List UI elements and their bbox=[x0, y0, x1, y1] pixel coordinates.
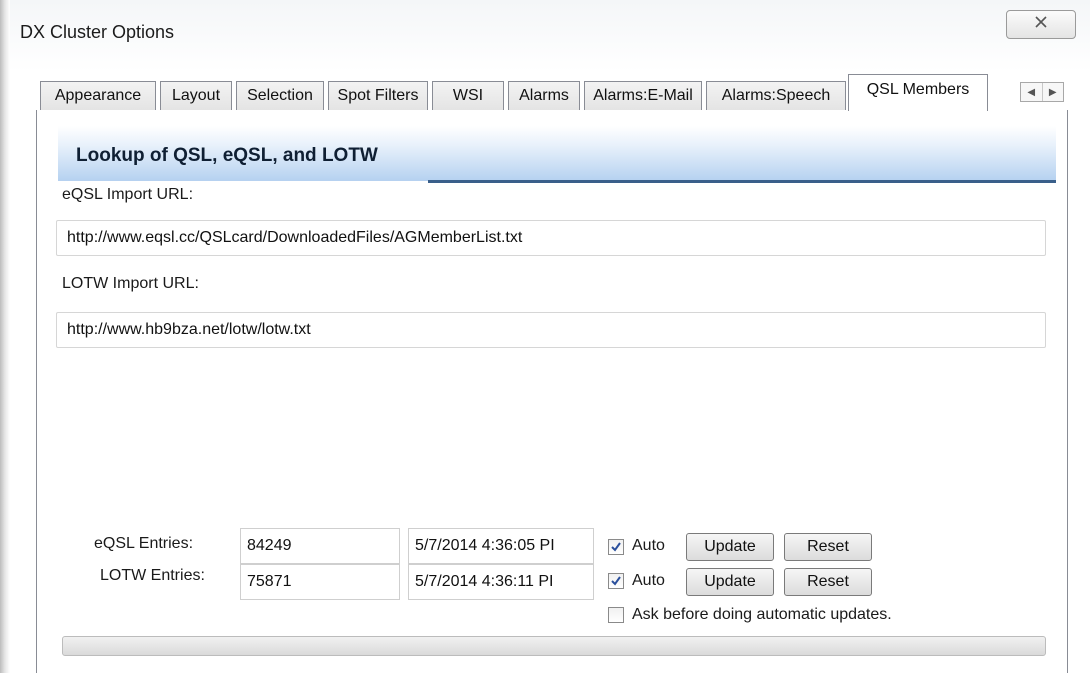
eqsl-url-value: http://www.eqsl.cc/QSLcard/DownloadedFil… bbox=[67, 229, 523, 246]
lotw-timestamp-field[interactable]: 5/7/2014 4:36:11 PI bbox=[408, 564, 594, 600]
close-button[interactable] bbox=[1006, 10, 1076, 39]
tab-qsl-members[interactable]: QSL Members bbox=[848, 74, 988, 111]
tab-selection[interactable]: Selection bbox=[236, 81, 324, 110]
tab-spot-filters[interactable]: Spot Filters bbox=[328, 81, 428, 110]
ask-before-update-label: Ask before doing automatic updates. bbox=[632, 606, 892, 623]
lotw-auto-label: Auto bbox=[632, 572, 665, 589]
lotw-auto-checkbox[interactable] bbox=[608, 573, 624, 589]
eqsl-entries-label: eQSL Entries: bbox=[94, 535, 194, 552]
eqsl-update-button[interactable]: Update bbox=[686, 533, 774, 561]
eqsl-timestamp-field[interactable]: 5/7/2014 4:36:05 PI bbox=[408, 528, 594, 564]
section-header-underline bbox=[428, 180, 1056, 183]
eqsl-auto-checkbox[interactable] bbox=[608, 539, 624, 555]
eqsl-entries-count: 84249 bbox=[247, 537, 292, 554]
lotw-url-input[interactable]: http://www.hb9bza.net/lotw/lotw.txt bbox=[56, 312, 1046, 348]
update-progress-bar bbox=[62, 636, 1046, 656]
tab-label: Alarms:E-Mail bbox=[593, 87, 693, 104]
tab-label: Selection bbox=[247, 87, 313, 104]
checkmark-icon bbox=[611, 576, 621, 586]
lotw-entries-count: 75871 bbox=[247, 573, 292, 590]
lotw-entries-label: LOTW Entries: bbox=[100, 567, 205, 584]
tab-scroll-control: ◀ ▶ bbox=[1020, 82, 1064, 102]
eqsl-entries-count-field[interactable]: 84249 bbox=[240, 528, 400, 564]
tab-layout[interactable]: Layout bbox=[160, 81, 232, 110]
eqsl-url-input[interactable]: http://www.eqsl.cc/QSLcard/DownloadedFil… bbox=[56, 220, 1046, 256]
eqsl-reset-button[interactable]: Reset bbox=[784, 533, 872, 561]
lotw-url-label: LOTW Import URL: bbox=[62, 275, 199, 292]
dx-cluster-options-window: DX Cluster Options Appearance Layout Sel… bbox=[0, 0, 1090, 673]
checkmark-icon bbox=[611, 542, 621, 552]
tab-alarms-email[interactable]: Alarms:E-Mail bbox=[584, 81, 702, 110]
lotw-timestamp: 5/7/2014 4:36:11 PI bbox=[415, 573, 554, 590]
tab-label: QSL Members bbox=[866, 81, 970, 98]
tab-label: Alarms bbox=[519, 87, 569, 104]
arrow-left-icon[interactable]: ◀ bbox=[1021, 83, 1042, 101]
lotw-update-button[interactable]: Update bbox=[686, 568, 774, 596]
eqsl-timestamp: 5/7/2014 4:36:05 PI bbox=[415, 537, 555, 554]
arrow-right-icon[interactable]: ▶ bbox=[1041, 83, 1064, 101]
window-left-edge bbox=[0, 0, 10, 673]
section-header-title: Lookup of QSL, eQSL, and LOTW bbox=[76, 145, 378, 166]
tab-wsi[interactable]: WSI bbox=[432, 81, 504, 110]
tab-label: Alarms:Speech bbox=[721, 87, 831, 104]
ask-before-update-checkbox[interactable] bbox=[608, 607, 624, 623]
lotw-reset-button[interactable]: Reset bbox=[784, 568, 872, 596]
lotw-entries-count-field[interactable]: 75871 bbox=[240, 564, 400, 600]
window-title: DX Cluster Options bbox=[20, 22, 175, 42]
tab-alarms-speech[interactable]: Alarms:Speech bbox=[706, 81, 846, 110]
tab-appearance[interactable]: Appearance bbox=[40, 81, 156, 110]
close-icon bbox=[1034, 15, 1048, 34]
tab-label: Spot Filters bbox=[337, 87, 419, 104]
tab-label: WSI bbox=[452, 87, 484, 104]
eqsl-url-label: eQSL Import URL: bbox=[62, 186, 194, 203]
lotw-url-value: http://www.hb9bza.net/lotw/lotw.txt bbox=[67, 321, 311, 338]
tab-alarms[interactable]: Alarms bbox=[508, 81, 580, 110]
eqsl-auto-label: Auto bbox=[632, 537, 665, 554]
tab-label: Appearance bbox=[54, 87, 142, 104]
tab-label: Layout bbox=[171, 87, 221, 104]
